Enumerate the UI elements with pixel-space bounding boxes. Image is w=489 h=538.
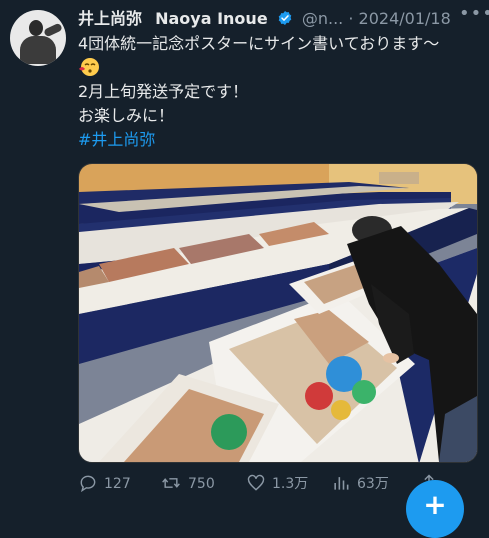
tweet-text: 4団体統一記念ポスターにサイン書いております～ 2月上旬発送予定です！ お楽しみ… <box>78 32 481 152</box>
retweet-button[interactable]: 750 <box>160 472 215 496</box>
reply-button[interactable]: 127 <box>78 472 131 496</box>
avatar-figure-body <box>20 36 56 64</box>
tweet-text-line3: お楽しみに！ <box>78 106 175 125</box>
views-count: 63万 <box>357 476 389 492</box>
avatar-figure-head <box>29 20 43 36</box>
retweet-icon <box>162 478 180 488</box>
tweet-text-line2: 2月上旬発送予定です！ <box>78 82 249 101</box>
views-button[interactable]: 63万 <box>331 472 389 496</box>
tweet-date[interactable]: 2024/01/18 <box>359 9 451 28</box>
verified-badge-icon <box>278 11 292 25</box>
display-name[interactable]: 井上尚弥 <box>78 9 142 28</box>
avatar[interactable] <box>10 10 66 66</box>
compose-plus-icon: + <box>423 488 447 521</box>
tweet-photo[interactable] <box>78 163 478 463</box>
retweet-count: 750 <box>188 476 215 492</box>
like-count: 1.3万 <box>272 476 309 492</box>
like-button[interactable]: 1.3万 <box>246 472 308 496</box>
more-options-icon[interactable]: ••• <box>459 5 489 26</box>
reply-icon <box>80 475 96 493</box>
compose-tweet-button[interactable]: + <box>406 480 464 538</box>
tweet-text-line1: 4団体統一記念ポスターにサイン書いております～ <box>78 34 440 53</box>
kissing-face-emoji-icon <box>79 58 99 76</box>
reply-count: 127 <box>104 476 131 492</box>
display-name-en[interactable]: Naoya Inoue <box>155 9 268 28</box>
hashtag-link[interactable]: #井上尚弥 <box>78 128 481 152</box>
signing-posters-photo <box>79 164 477 462</box>
views-chart-icon <box>334 477 349 490</box>
separator-dot: · <box>348 9 354 28</box>
handle[interactable]: @n... <box>302 9 343 28</box>
heart-icon <box>247 474 265 491</box>
tweet-header: 井上尚弥 Naoya Inoue @n... · 2024/01/18 <box>78 6 481 32</box>
avatar-figure-arm <box>43 22 63 38</box>
